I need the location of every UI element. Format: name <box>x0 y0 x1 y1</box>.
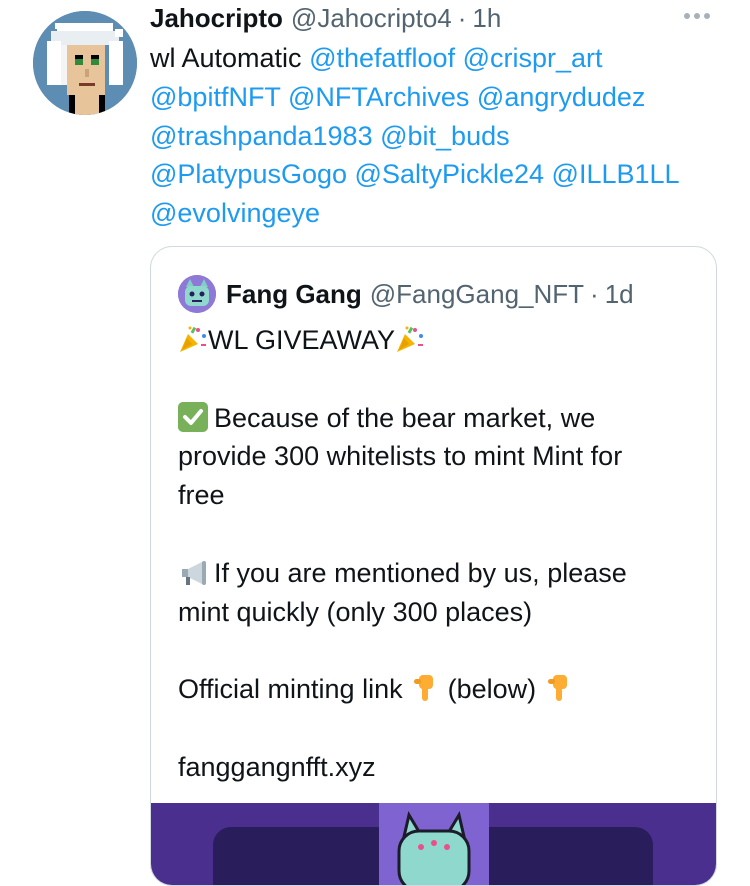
punk-avatar-image <box>33 11 137 115</box>
minting-link-text: Official minting link <box>178 674 403 705</box>
party-popper-icon <box>397 326 424 352</box>
tweet-timestamp[interactable]: 1h <box>472 3 501 34</box>
mention-link[interactable]: @angrydudez <box>477 82 646 112</box>
author-handle[interactable]: @Jahocripto4 <box>291 3 452 34</box>
mention-link[interactable]: @SaltyPickle24 <box>355 159 545 189</box>
mention-link[interactable]: @PlatypusGogo <box>150 159 347 189</box>
mention-link[interactable]: @evolvingeye <box>150 198 320 228</box>
mention-text-1: If you are mentioned by us, please <box>214 557 627 588</box>
quote-text: WL GIVEAWAY Because of the bear market, … <box>178 321 708 787</box>
tweet-line-4: @PlatypusGogo @SaltyPickle24 @ILLB1LL <box>150 155 740 194</box>
tweet-line-2: @bpitfNFT @NFTArchives @angrydudez <box>150 78 740 117</box>
bear-line-1: Because of the bear market, we <box>178 399 708 438</box>
mention-line-2: mint quickly (only 300 places) <box>178 596 533 627</box>
tweet-line-3: @trashpanda1983 @bit_buds <box>150 117 740 156</box>
media-cat-frame <box>379 803 489 885</box>
mention-link[interactable]: @thefatfloof <box>309 43 455 73</box>
more-dot <box>694 13 700 19</box>
quote-timestamp[interactable]: 1d <box>605 279 634 310</box>
quote-author-handle[interactable]: @FangGang_NFT <box>370 279 584 310</box>
cat-mascot-image <box>397 811 471 885</box>
giveaway-line: WL GIVEAWAY <box>178 321 708 360</box>
minting-url: fanggangnfft.xyz <box>178 751 376 782</box>
cat-avatar-image <box>178 275 216 313</box>
bear-line-2: provide 300 whitelists to mint Mint for <box>178 441 623 472</box>
mention-link[interactable]: @ILLB1LL <box>552 159 680 189</box>
below-text: (below) <box>447 674 537 705</box>
separator-dot: · <box>590 278 599 309</box>
bear-line-3: free <box>178 480 225 511</box>
tweet-header: Jahocripto @Jahocripto4 · 1h <box>150 0 501 36</box>
mention-link[interactable]: @bpitfNFT <box>150 82 280 112</box>
quote-header: Fang Gang @FangGang_NFT · 1d <box>226 275 634 313</box>
backhand-index-pointing-down-icon <box>547 675 567 702</box>
author-name[interactable]: Jahocripto <box>150 3 283 34</box>
megaphone-icon <box>182 560 206 585</box>
quoted-tweet-card[interactable]: Fang Gang @FangGang_NFT · 1d WL GIVEAWAY <box>150 246 717 886</box>
mention-link[interactable]: @NFTArchives <box>288 82 469 112</box>
mention-link[interactable]: @crispr_art <box>463 43 603 73</box>
backhand-index-pointing-down-icon <box>414 675 434 702</box>
tweet-text-prefix: wl Automatic <box>150 43 302 73</box>
quote-media-image[interactable] <box>151 803 716 885</box>
tweet-line-1: wl Automatic @thefatfloof @crispr_art <box>150 39 740 78</box>
mention-link[interactable]: @trashpanda1983 <box>150 121 373 151</box>
party-popper-icon <box>180 326 206 352</box>
quote-author-avatar[interactable] <box>178 275 216 313</box>
tweet-line-5: @evolvingeye <box>150 194 740 233</box>
check-mark-button-icon <box>178 401 208 432</box>
giveaway-text: WL GIVEAWAY <box>208 325 396 355</box>
more-dot <box>704 13 710 19</box>
separator-dot: · <box>457 2 467 33</box>
mention-link[interactable]: @bit_buds <box>380 121 510 151</box>
more-icon[interactable] <box>684 10 720 22</box>
author-avatar[interactable] <box>33 11 137 115</box>
tweet-text: wl Automatic @thefatfloof @crispr_art @b… <box>150 39 740 233</box>
mention-line-1: If you are mentioned by us, please <box>178 554 708 593</box>
minting-link-line: Official minting link (below) <box>178 670 708 709</box>
more-dot <box>684 13 690 19</box>
bear-text-1: Because of the bear market, we <box>214 402 596 433</box>
quote-author-name[interactable]: Fang Gang <box>226 279 362 310</box>
